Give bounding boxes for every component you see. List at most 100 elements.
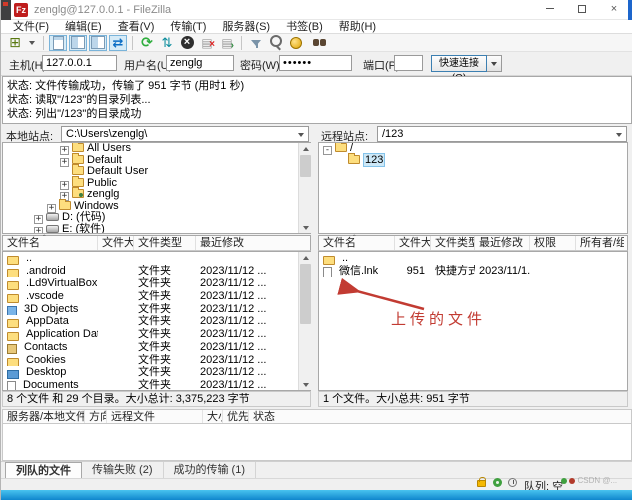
- local-file-row[interactable]: Documents文件夹2023/11/12 ...: [3, 379, 310, 391]
- menu-item[interactable]: 查看(V): [110, 20, 163, 34]
- column-header[interactable]: 权限: [530, 236, 576, 250]
- scrollbar-thumb[interactable]: [300, 155, 311, 177]
- toggle-queue-icon[interactable]: [109, 35, 127, 51]
- column-header[interactable]: 文件名: [319, 236, 395, 250]
- disconnect-icon[interactable]: [198, 35, 216, 51]
- column-header[interactable]: 文件名: [3, 236, 98, 250]
- queue-column-header[interactable]: 大小: [203, 410, 223, 423]
- scrollbar-thumb[interactable]: [300, 264, 311, 324]
- local-file-row[interactable]: AppData文件夹2023/11/12 ...: [3, 315, 310, 328]
- file-type-cell: 文件夹: [134, 277, 196, 290]
- remote-tree-item[interactable]: 123: [319, 155, 627, 167]
- queue-tab[interactable]: 列队的文件: [5, 462, 82, 478]
- file-type-cell: 文件夹: [134, 366, 196, 379]
- local-file-row[interactable]: 3D Objects文件夹2023/11/12 ...: [3, 303, 310, 316]
- column-header[interactable]: 文件大小: [98, 236, 134, 250]
- sort-ascending-icon: ˆ: [43, 234, 46, 243]
- column-header[interactable]: 文件类型: [134, 236, 196, 250]
- column-header[interactable]: 最近修改: [475, 236, 530, 250]
- toolbar-separator[interactable]: [241, 36, 242, 50]
- local-tree-item[interactable]: +Windows: [3, 201, 310, 213]
- queue-column-header[interactable]: 状态: [249, 410, 289, 423]
- file-name-cell: Documents: [3, 379, 98, 391]
- local-tree-item[interactable]: +All Users: [3, 143, 310, 155]
- transfer-queue-area[interactable]: [2, 424, 632, 461]
- tree-expander-icon[interactable]: +: [34, 215, 43, 224]
- port-input[interactable]: [394, 55, 423, 71]
- local-tree-scrollbar[interactable]: [298, 143, 311, 233]
- queue-column-header[interactable]: 方向: [85, 410, 107, 423]
- cancel-operation-icon[interactable]: [178, 35, 196, 51]
- queue-column-header[interactable]: 远程文件: [107, 410, 203, 423]
- scroll-down-icon[interactable]: [299, 222, 312, 233]
- scroll-down-icon[interactable]: [299, 379, 312, 390]
- sync-browsing-icon[interactable]: [287, 35, 305, 51]
- site-manager-icon[interactable]: [6, 35, 24, 51]
- local-file-row[interactable]: ..: [3, 252, 310, 265]
- tree-expander-icon[interactable]: +: [60, 146, 69, 155]
- local-tree-item[interactable]: +zenglg: [3, 189, 310, 201]
- local-list-scrollbar[interactable]: [298, 252, 311, 390]
- column-header[interactable]: 文件类型: [431, 236, 475, 250]
- password-input[interactable]: ••••••: [279, 55, 352, 71]
- queue-column-header[interactable]: 优先级: [223, 410, 249, 423]
- toggle-log-icon[interactable]: [49, 35, 67, 51]
- minimize-button[interactable]: [537, 2, 563, 18]
- file-modified-cell: [196, 252, 288, 265]
- filezilla-window: Fz zenglg@127.0.0.1 - FileZilla × 文件(F)编…: [0, 0, 632, 500]
- local-file-row[interactable]: .android文件夹2023/11/12 ...: [3, 265, 310, 278]
- menu-item[interactable]: 传输(T): [162, 20, 214, 34]
- menu-item[interactable]: 书签(B): [278, 20, 331, 34]
- column-header[interactable]: 所有者/组: [576, 236, 624, 250]
- host-input[interactable]: 127.0.0.1: [42, 55, 117, 71]
- local-tree-item[interactable]: Default User: [3, 166, 310, 178]
- watermark: CSDN @...: [561, 477, 631, 485]
- menu-item[interactable]: 服务器(S): [214, 20, 278, 34]
- quickconnect-button[interactable]: 快速连接(Q): [431, 55, 487, 72]
- queue-tab[interactable]: 成功的传输 (1): [164, 462, 257, 478]
- queue-column-header[interactable]: 服务器/本地文件: [3, 410, 85, 423]
- refresh-icon[interactable]: [138, 35, 156, 51]
- menu-item[interactable]: 文件(F): [5, 20, 57, 34]
- process-queue-icon[interactable]: [158, 35, 176, 51]
- username-input[interactable]: zenglg: [166, 55, 234, 71]
- menu-item[interactable]: 编辑(E): [57, 20, 110, 34]
- tree-expander-icon[interactable]: -: [323, 146, 332, 155]
- message-log: 状态: 文件传输成功，传输了 951 字节 (用时1 秒)状态: 读取"/123…: [2, 76, 632, 124]
- local-tree-item[interactable]: +Default: [3, 155, 310, 167]
- local-file-row[interactable]: .Ld9VirtualBox文件夹2023/11/12 ...: [3, 277, 310, 290]
- quickconnect-dropdown-icon[interactable]: [487, 55, 502, 72]
- local-file-row[interactable]: Cookies文件夹2023/11/12 ...: [3, 354, 310, 367]
- tree-item-label: E: (软件): [62, 223, 105, 235]
- filezilla-logo-icon: Fz: [14, 3, 28, 17]
- local-file-row[interactable]: Desktop文件夹2023/11/12 ...: [3, 366, 310, 379]
- scroll-up-icon[interactable]: [299, 252, 312, 263]
- menu-item[interactable]: 帮助(H): [331, 20, 384, 34]
- reconnect-icon[interactable]: [218, 35, 236, 51]
- queue-tab[interactable]: 传输失败 (2): [82, 462, 164, 478]
- gear-icon: [493, 478, 502, 487]
- maximize-button[interactable]: [569, 2, 595, 18]
- local-file-row[interactable]: Application Data文件夹2023/11/12 ...: [3, 328, 310, 341]
- file-type-cell: 文件夹: [134, 354, 196, 367]
- find-files-icon[interactable]: [307, 35, 325, 51]
- remote-site-combobox[interactable]: /123: [377, 126, 627, 142]
- toggle-local-tree-icon[interactable]: [69, 35, 87, 51]
- toolbar-separator[interactable]: [132, 36, 133, 50]
- tree-expander-icon[interactable]: +: [34, 227, 43, 235]
- local-tree-item[interactable]: +D: (代码): [3, 212, 310, 224]
- column-header[interactable]: 文件大小: [395, 236, 431, 250]
- filter-icon[interactable]: [247, 35, 265, 51]
- close-button[interactable]: ×: [601, 2, 627, 18]
- local-tree-item[interactable]: + E: (软件): [3, 224, 310, 235]
- toggle-remote-tree-icon[interactable]: [89, 35, 107, 51]
- site-manager-dropdown-icon[interactable]: [26, 35, 38, 51]
- local-file-row[interactable]: .vscode文件夹2023/11/12 ...: [3, 290, 310, 303]
- scroll-up-icon[interactable]: [299, 143, 312, 154]
- compare-icon[interactable]: [267, 35, 285, 51]
- toolbar-separator[interactable]: [43, 36, 44, 50]
- column-header[interactable]: 最近修改: [196, 236, 288, 250]
- local-file-row[interactable]: Contacts文件夹2023/11/12 ...: [3, 341, 310, 354]
- local-tree-item[interactable]: +Public: [3, 178, 310, 190]
- local-site-combobox[interactable]: C:\Users\zenglg\: [61, 126, 309, 142]
